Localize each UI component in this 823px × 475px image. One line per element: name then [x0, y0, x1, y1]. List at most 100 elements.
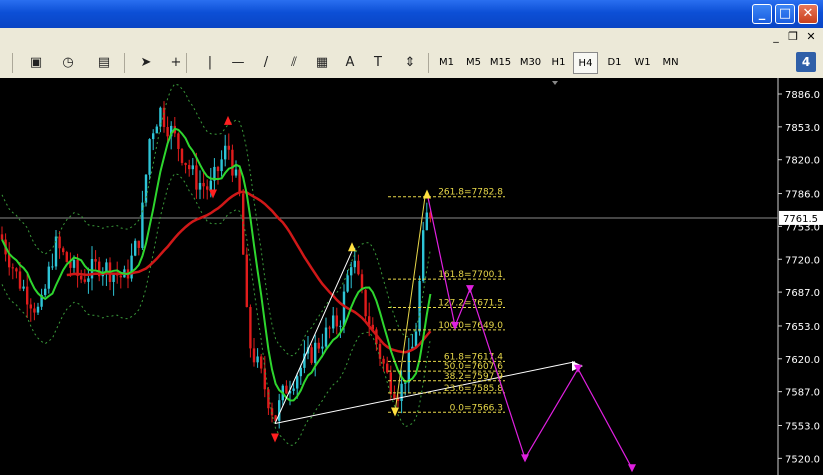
maximize-button[interactable]: □ — [775, 4, 795, 24]
candle-body — [231, 149, 234, 176]
crosshair-icon[interactable]: + — [164, 51, 188, 75]
candle-body — [65, 252, 68, 262]
candle-body — [72, 259, 76, 268]
candle-body — [238, 169, 241, 194]
candle-body — [152, 133, 155, 140]
candle-body — [299, 367, 302, 377]
candle-body — [198, 182, 202, 190]
candle-body — [62, 248, 65, 253]
candle-body — [209, 180, 212, 190]
candle-body — [285, 385, 288, 394]
y-tick-label: 7587.0 — [785, 388, 820, 399]
candle-body — [278, 400, 281, 421]
candle-body — [328, 327, 331, 329]
timeframe-d1-button[interactable]: D1 — [602, 52, 627, 74]
candle-body — [155, 126, 158, 134]
candle-body — [148, 139, 151, 175]
candle-body — [220, 159, 223, 172]
timeframe-w1-button[interactable]: W1 — [630, 52, 655, 74]
toolbar-separator — [124, 53, 125, 73]
text-icon[interactable]: A — [338, 51, 362, 75]
candle-body — [216, 166, 220, 172]
fibonacci-icon[interactable]: ▦ — [310, 51, 334, 75]
candle-body — [357, 260, 360, 275]
candle-body — [80, 275, 83, 280]
candle-body — [227, 145, 230, 150]
candle-body — [87, 278, 90, 282]
candle-body — [83, 279, 86, 282]
candle-body — [134, 240, 137, 256]
candle-body — [260, 356, 263, 369]
arrows-icon[interactable]: ⇕ — [398, 51, 422, 75]
minimize-button[interactable]: _ — [752, 4, 772, 24]
cursor-icon[interactable]: ➤ — [134, 51, 158, 75]
timeframe-h1-button[interactable]: H1 — [546, 52, 571, 74]
y-tick-label: 7620.0 — [785, 355, 820, 366]
candle-body — [137, 240, 140, 248]
clock-icon[interactable]: ◷ — [56, 51, 80, 75]
timeframe-mn-button[interactable]: MN — [658, 52, 683, 74]
fib-level-label: 127.2=7671.5 — [438, 299, 503, 309]
timeframe-m15-button[interactable]: M15 — [488, 52, 513, 74]
timeframe-m5-button[interactable]: M5 — [461, 52, 486, 74]
new-order-icon[interactable]: ▣ — [24, 51, 48, 75]
candle-body — [58, 236, 61, 249]
candle-body — [382, 358, 385, 364]
candle-body — [141, 202, 144, 248]
close-button[interactable]: ✕ — [798, 4, 818, 24]
candle-body — [321, 346, 324, 349]
candle-body — [180, 148, 184, 163]
vertical-line-icon[interactable]: | — [198, 51, 222, 75]
price-chart[interactable]: 7886.07853.07820.07786.07753.07720.07687… — [0, 78, 823, 475]
mdi-minimize-button[interactable]: _ — [768, 30, 784, 44]
candle-body — [425, 212, 428, 231]
candle-body — [94, 259, 97, 262]
candle-body — [324, 327, 328, 347]
candle-body — [224, 145, 227, 160]
candle-body — [245, 254, 248, 308]
candle-body — [130, 255, 133, 279]
candle-body — [0, 234, 4, 240]
candle-body — [177, 133, 180, 149]
candle-body — [249, 307, 252, 349]
horizontal-line-icon[interactable]: — — [226, 51, 250, 75]
candle-body — [188, 165, 191, 170]
candle-body — [252, 348, 256, 363]
candle-body — [360, 274, 364, 290]
candle-body — [47, 266, 50, 289]
candle-body — [44, 288, 47, 295]
mdi-restore-button[interactable]: ❐ — [785, 30, 801, 44]
fib-level-label: 0.0=7566.3 — [450, 403, 503, 413]
candle-body — [418, 280, 421, 332]
toolbar-separator — [428, 53, 429, 73]
fib-level-label: 23.6=7585.8 — [444, 384, 503, 394]
y-tick-label: 7886.0 — [785, 90, 820, 101]
candle-body — [317, 342, 320, 349]
toolbar-separator — [12, 53, 13, 73]
trendline-icon[interactable]: / — [254, 51, 278, 75]
candle-body — [234, 169, 238, 176]
chart-template-icon[interactable]: ▤ — [92, 51, 116, 75]
menu-bar: _ ❐ ✕ — [0, 28, 823, 48]
timeframe-m30-button[interactable]: M30 — [518, 52, 543, 74]
candle-body — [22, 286, 25, 289]
candle-body — [33, 308, 36, 313]
y-tick-label: 7853.0 — [785, 123, 820, 134]
y-tick-label: 7687.0 — [785, 288, 820, 299]
candle-body — [335, 315, 338, 327]
candle-body — [422, 230, 425, 281]
chart-count-badge[interactable]: 4 — [796, 52, 816, 72]
candle-body — [346, 275, 349, 292]
fib-level-label: 61.8=7617.4 — [444, 352, 503, 362]
candle-body — [339, 325, 342, 327]
candle-body — [202, 182, 205, 187]
fib-level-label: 38.2=7597.9 — [444, 372, 503, 382]
timeframe-h4-button[interactable]: H4 — [573, 52, 598, 74]
timeframe-m1-button[interactable]: M1 — [434, 52, 459, 74]
candle-body — [263, 368, 266, 390]
title-bar: _ □ ✕ — [0, 0, 823, 28]
candle-body — [195, 165, 198, 190]
mdi-close-button[interactable]: ✕ — [803, 30, 819, 44]
channel-icon[interactable]: ⫽ — [282, 51, 306, 75]
text-label-icon[interactable]: T — [366, 51, 390, 75]
